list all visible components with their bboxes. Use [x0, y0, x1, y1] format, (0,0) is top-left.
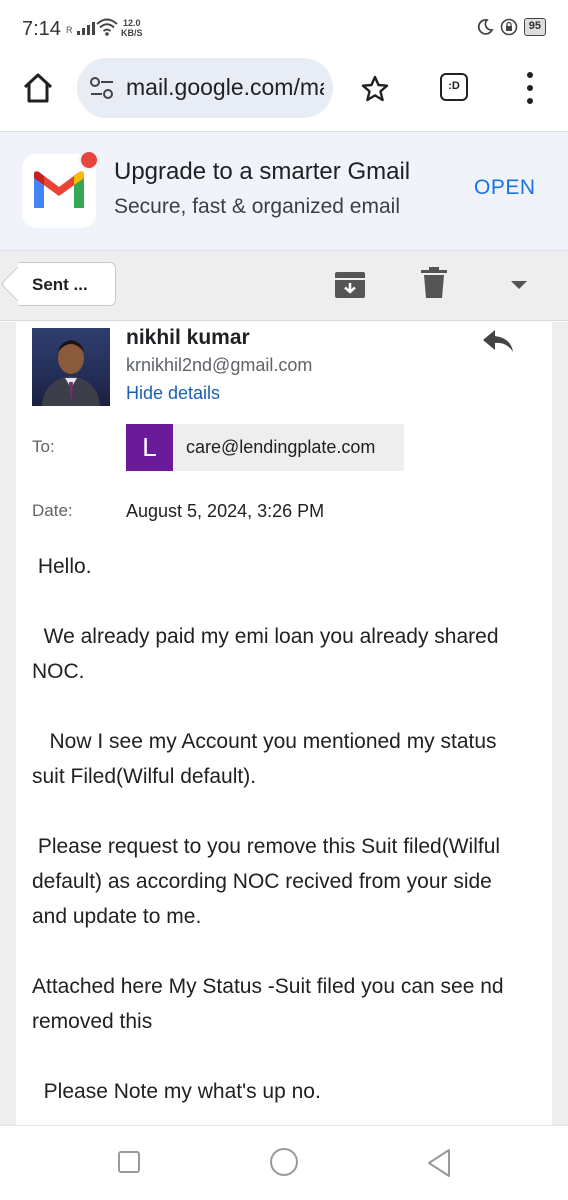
body-line: removed this: [32, 1010, 153, 1033]
net-speed: 12.0 KB/S: [121, 18, 143, 38]
net-speed-unit: KB/S: [121, 28, 143, 38]
battery-indicator: 95: [523, 18, 546, 36]
system-nav-bar: [0, 1125, 568, 1200]
do-not-disturb-moon-icon: [477, 19, 494, 35]
home-icon[interactable]: [20, 70, 56, 106]
recipient-email: care@lendingplate.com: [186, 437, 376, 457]
lock-rotation-icon: [500, 18, 518, 36]
status-bar: 7:14 R 12.0 KB/S 95: [0, 0, 568, 58]
status-right: 95: [476, 18, 546, 36]
trash-icon[interactable]: [421, 267, 447, 299]
open-app-button[interactable]: OPEN: [474, 176, 536, 200]
sender-avatar: [32, 328, 110, 406]
body-line: We already paid my emi loan you already …: [32, 625, 499, 648]
wifi-icon: [96, 18, 118, 36]
banner-title: Upgrade to a smarter Gmail: [114, 158, 411, 185]
tab-switcher-icon[interactable]: :D: [440, 73, 468, 101]
browser-toolbar: mail.google.com/mail :D: [0, 58, 568, 132]
to-label: To:: [32, 437, 55, 456]
banner-subtitle: Secure, fast & organized email: [114, 195, 400, 218]
email-card: nikhil kumar krnikhil2nd@gmail.com Hide …: [16, 322, 552, 1125]
notification-dot: [79, 150, 99, 170]
status-time: 7:14: [22, 18, 61, 40]
upgrade-banner: Upgrade to a smarter Gmail Secure, fast …: [0, 131, 568, 251]
gmail-logo-icon: [22, 150, 99, 228]
page-gutter-left: [0, 322, 16, 1125]
address-bar[interactable]: mail.google.com/mail: [77, 58, 333, 118]
dropdown-icon[interactable]: [511, 281, 527, 289]
hide-details-link[interactable]: Hide details: [126, 383, 220, 404]
date-label: Date:: [32, 501, 73, 520]
mail-toolbar: Sent ...: [0, 251, 568, 321]
url-text[interactable]: mail.google.com/mail: [126, 74, 324, 101]
page-gutter-right: [552, 322, 568, 1125]
reply-icon[interactable]: [481, 328, 515, 354]
body-line: Please request to you remove this Suit f…: [32, 835, 501, 858]
star-icon[interactable]: [360, 74, 390, 104]
date-value: August 5, 2024, 3:26 PM: [126, 501, 325, 521]
signal-label: R: [66, 25, 73, 35]
net-speed-value: 12.0: [122, 18, 141, 28]
body-line: Attached here My Status -Suit filed you …: [32, 975, 504, 998]
sender-name: nikhil kumar: [126, 326, 250, 349]
body-line: Please Note my what's up no.: [32, 1080, 321, 1103]
back-to-sent: Sent ...: [0, 251, 130, 321]
sender-email: krnikhil2nd@gmail.com: [126, 355, 313, 375]
body-line: Now I see my Account you mentioned my st…: [32, 730, 497, 753]
back-triangle-icon[interactable]: [426, 1148, 452, 1178]
body-line: and update to me.: [32, 905, 202, 928]
home-circle-icon[interactable]: [270, 1148, 298, 1176]
recipient-initial: L: [126, 424, 173, 471]
body-line: suit Filed(Wilful default).: [32, 765, 257, 788]
archive-icon[interactable]: [334, 270, 366, 300]
body-line: Hello.: [32, 555, 92, 578]
body-line: default) as according NOC recived from y…: [32, 870, 492, 893]
signal-icon: R: [66, 22, 95, 35]
recent-apps-icon[interactable]: [118, 1151, 140, 1173]
more-vert-icon[interactable]: [526, 72, 534, 104]
recipient-chip[interactable]: L care@lendingplate.com: [126, 424, 404, 471]
site-settings-icon[interactable]: [89, 76, 115, 100]
body-line: NOC.: [32, 660, 85, 683]
back-to-sent-button[interactable]: Sent ...: [18, 262, 116, 306]
